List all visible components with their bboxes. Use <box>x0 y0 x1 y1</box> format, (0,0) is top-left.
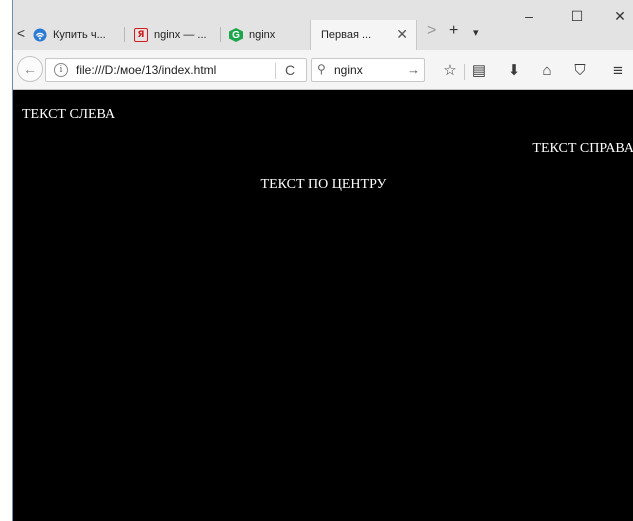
tab-scroll-left-button[interactable]: < <box>13 22 29 44</box>
minimize-button[interactable]: – <box>514 8 544 24</box>
tab-divider <box>124 27 125 42</box>
url-divider <box>275 63 276 79</box>
page-content: ТЕКСТ СЛЕВА ТЕКСТ СПРАВА ТЕКСТ ПО ЦЕНТРУ <box>13 91 633 521</box>
list-tabs-button[interactable]: ▾ <box>473 26 479 39</box>
info-icon[interactable]: i <box>54 63 68 77</box>
yandex-icon: Я <box>134 28 148 42</box>
right-text: ТЕКСТ СПРАВА <box>532 141 633 156</box>
pocket-icon[interactable]: ⛉ <box>569 60 591 82</box>
tab-divider <box>220 27 221 42</box>
url-bar[interactable]: i file:///D:/мое/13/index.html C <box>45 58 307 82</box>
wifi-icon <box>33 28 47 42</box>
download-icon[interactable]: ⬇ <box>503 60 525 82</box>
tab-label: nginx — ... <box>154 29 207 41</box>
tab-label: nginx <box>249 29 276 41</box>
tab-label: Первая ... <box>321 29 372 41</box>
close-window-button[interactable]: ✕ <box>605 8 633 25</box>
tab-kupit[interactable]: Купить ч... <box>33 24 106 46</box>
nginx-icon: G <box>229 28 243 42</box>
close-tab-icon[interactable]: ✕ <box>396 26 408 43</box>
search-go-icon[interactable]: → <box>407 62 420 77</box>
left-text: ТЕКСТ СЛЕВА <box>22 107 116 122</box>
tab-strip: < Купить ч... Я nginx — ... G nginx Перв… <box>13 0 633 56</box>
tab-active[interactable]: Первая ... ✕ <box>310 20 417 50</box>
new-tab-button[interactable]: + <box>449 22 458 40</box>
maximize-button[interactable]: ☐ <box>562 8 592 25</box>
toolbar-divider <box>464 64 465 80</box>
reload-icon[interactable]: C <box>280 62 300 78</box>
tab-scroll-right-button[interactable]: > <box>427 22 436 40</box>
center-text: ТЕКСТ ПО ЦЕНТРУ <box>260 177 387 192</box>
home-icon[interactable]: ⌂ <box>536 60 558 82</box>
navigation-bar: ← i file:///D:/мое/13/index.html C ⚲ ngi… <box>13 50 633 90</box>
tab-nginx[interactable]: G nginx <box>229 24 275 46</box>
menu-icon[interactable]: ≡ <box>607 60 629 82</box>
search-input[interactable]: nginx <box>334 63 363 77</box>
tab-label: Купить ч... <box>53 29 106 41</box>
search-icon: ⚲ <box>317 62 326 76</box>
browser-window: < Купить ч... Я nginx — ... G nginx Перв… <box>12 0 633 521</box>
back-button[interactable]: ← <box>17 56 43 82</box>
tab-nginx-yandex[interactable]: Я nginx — ... <box>134 24 207 46</box>
search-bar[interactable]: ⚲ nginx → <box>311 58 425 82</box>
reader-list-icon[interactable]: ▤ <box>468 60 490 82</box>
bookmark-star-icon[interactable]: ☆ <box>439 60 461 82</box>
url-text[interactable]: file:///D:/мое/13/index.html <box>76 63 216 77</box>
